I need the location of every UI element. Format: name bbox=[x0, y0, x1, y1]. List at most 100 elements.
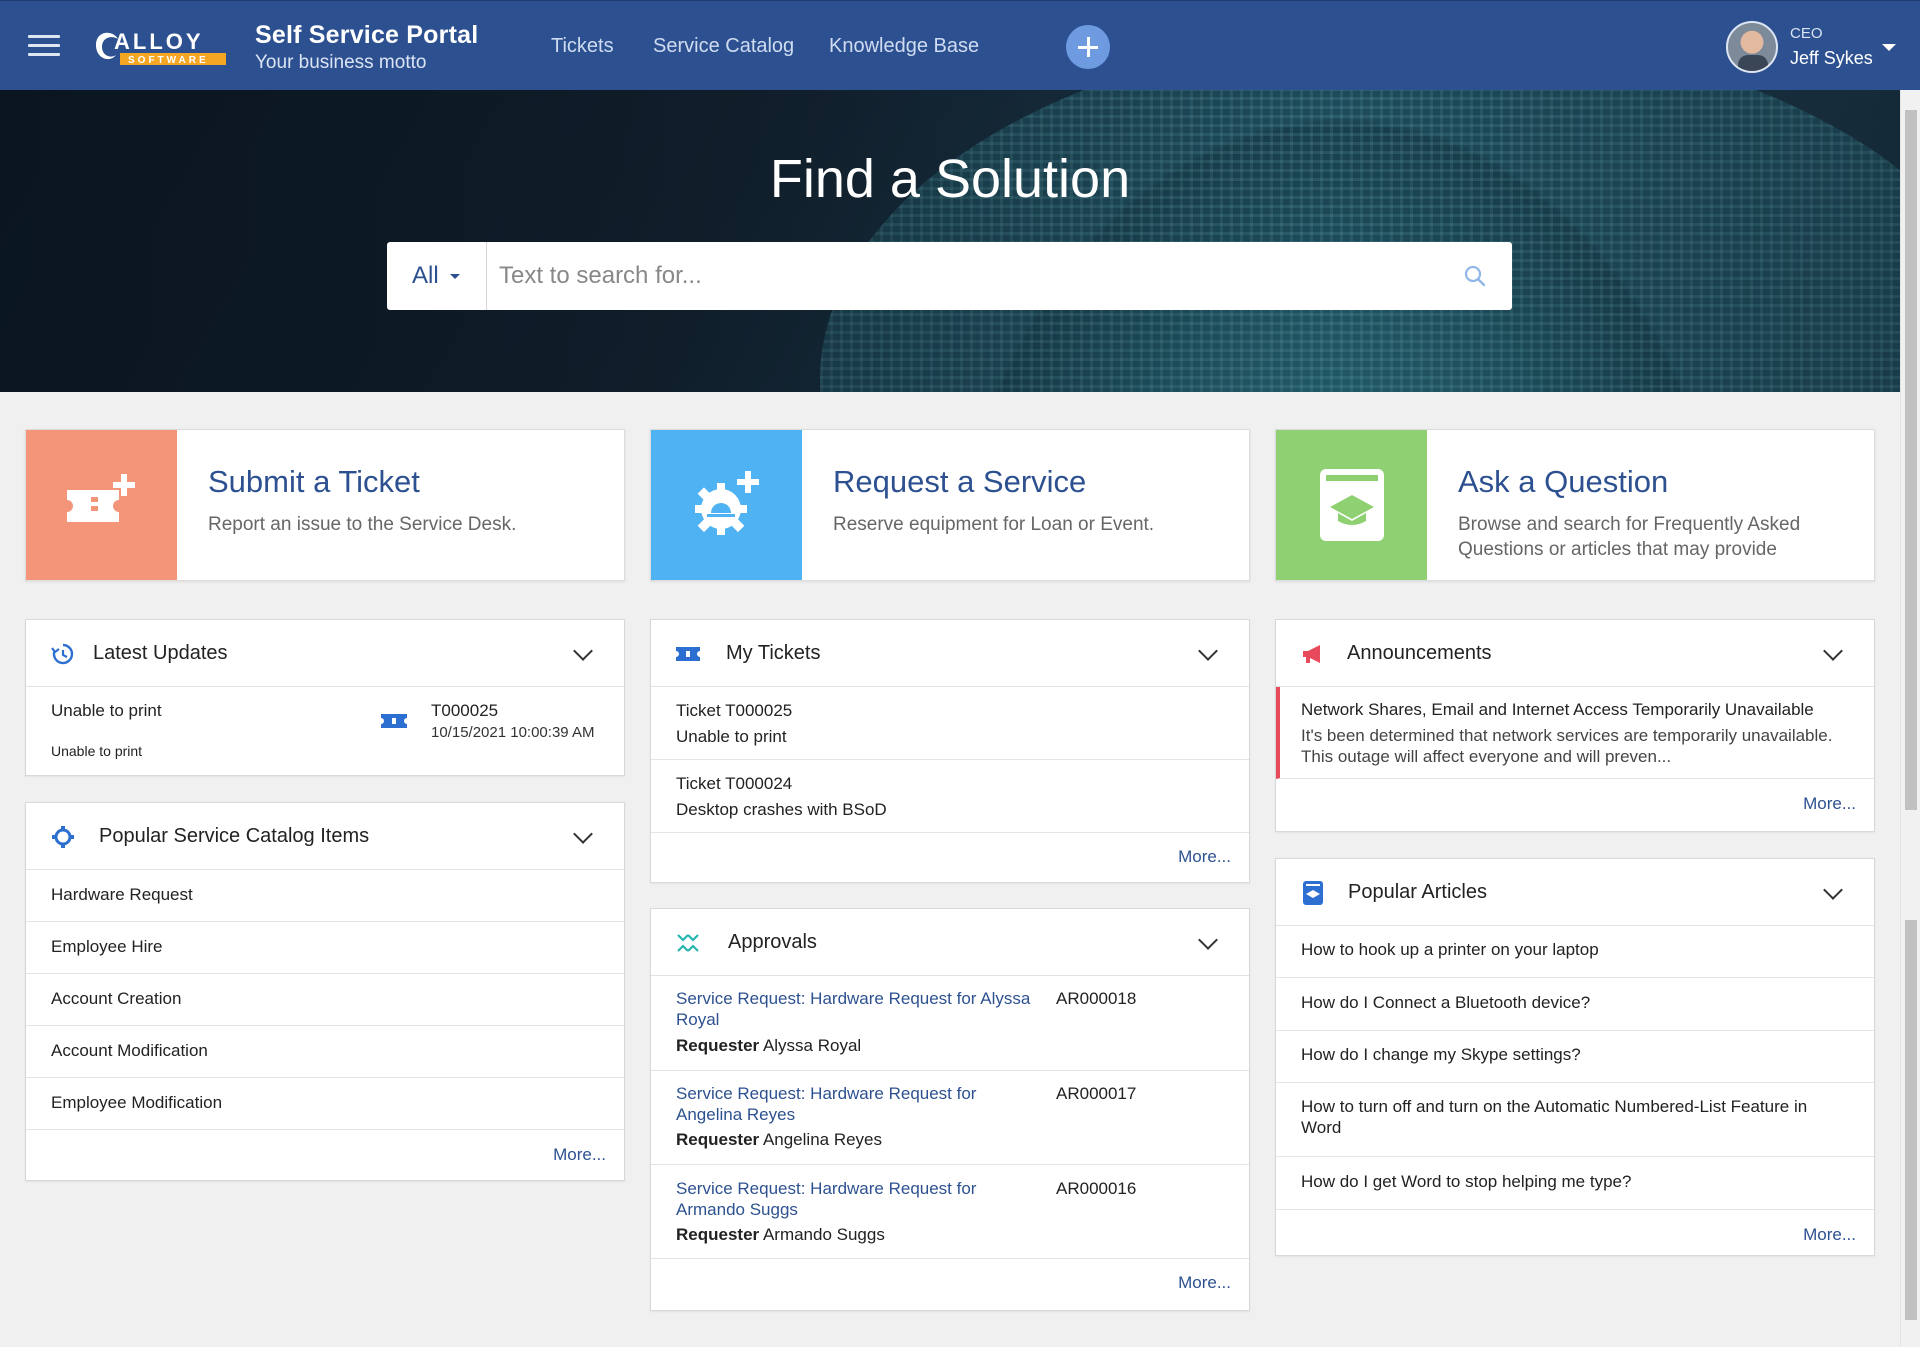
alloy-logo[interactable]: ALLOY SOFTWARE bbox=[90, 25, 230, 69]
nav-knowledge-base[interactable]: Knowledge Base bbox=[829, 35, 979, 58]
search-scope-dropdown[interactable]: All bbox=[387, 242, 487, 310]
nav-tickets[interactable]: Tickets bbox=[551, 35, 614, 58]
approval-id: AR000016 bbox=[1056, 1179, 1137, 1198]
article-item[interactable]: How do I change my Skype settings? bbox=[1276, 1031, 1874, 1083]
search-bar: All bbox=[387, 242, 1512, 310]
article-title: How to hook up a printer on your laptop bbox=[1301, 940, 1599, 959]
approval-request-link-cont[interactable]: Armando Suggs bbox=[676, 1200, 798, 1220]
catalog-more-link[interactable]: More... bbox=[26, 1130, 624, 1165]
ticket-row[interactable]: Ticket T000024 Desktop crashes with BSoD bbox=[651, 760, 1249, 833]
ticket-icon bbox=[381, 714, 407, 728]
requester-label: Requester bbox=[676, 1225, 760, 1244]
menu-icon[interactable] bbox=[28, 35, 60, 57]
book-cap-icon bbox=[1276, 430, 1427, 580]
my-tickets-panel: My Tickets Ticket T000025 Unable to prin… bbox=[650, 619, 1250, 883]
latest-updates-title: Latest Updates bbox=[93, 642, 228, 664]
svg-text:ALLOY: ALLOY bbox=[114, 29, 204, 54]
submit-ticket-title: Submit a Ticket bbox=[208, 464, 420, 499]
chevron-down-icon[interactable] bbox=[1198, 930, 1218, 950]
portal-brand: Self Service Portal Your business motto bbox=[255, 21, 478, 74]
catalog-item-label: Employee Modification bbox=[51, 1093, 223, 1112]
submit-ticket-desc: Report an issue to the Service Desk. bbox=[208, 514, 517, 535]
popular-catalog-title: Popular Service Catalog Items bbox=[99, 825, 370, 847]
chevron-down-icon[interactable] bbox=[1882, 44, 1896, 51]
history-icon bbox=[51, 643, 74, 665]
approval-request-link[interactable]: Service Request: Hardware Request for Al… bbox=[676, 989, 1030, 1009]
approval-request-link-cont[interactable]: Angelina Reyes bbox=[676, 1105, 795, 1125]
approval-request-link[interactable]: Service Request: Hardware Request for bbox=[676, 1179, 976, 1199]
announcement-body-cont: This outage will affect everyone and wil… bbox=[1301, 747, 1672, 766]
article-item[interactable]: How do I get Word to stop helping me typ… bbox=[1276, 1157, 1874, 1210]
search-icon[interactable] bbox=[1463, 264, 1487, 288]
approval-row[interactable]: Service Request: Hardware Request for An… bbox=[651, 1071, 1249, 1165]
ticket-id: Ticket T000024 bbox=[676, 774, 793, 793]
chevron-down-icon[interactable] bbox=[573, 641, 593, 661]
chevron-down-icon[interactable] bbox=[1823, 880, 1843, 900]
update-subject: Unable to print bbox=[51, 701, 162, 720]
approval-row[interactable]: Service Request: Hardware Request for Ar… bbox=[651, 1165, 1249, 1259]
catalog-item-label: Hardware Request bbox=[51, 885, 193, 904]
add-new-button[interactable] bbox=[1066, 25, 1110, 69]
catalog-item-label: Account Creation bbox=[51, 989, 182, 1008]
request-service-card[interactable]: Request a Service Reserve equipment for … bbox=[650, 429, 1250, 581]
catalog-item[interactable]: Employee Hire bbox=[26, 922, 624, 974]
catalog-item[interactable]: Account Modification bbox=[26, 1026, 624, 1078]
scrollbar-thumb-lower[interactable] bbox=[1905, 920, 1917, 1320]
portal-title: Self Service Portal bbox=[255, 21, 479, 49]
popular-articles-title: Popular Articles bbox=[1348, 881, 1487, 903]
ticket-row[interactable]: Ticket T000025 Unable to print bbox=[651, 687, 1249, 760]
articles-more-link[interactable]: More... bbox=[1276, 1210, 1874, 1245]
page-scrollbar[interactable] bbox=[1900, 90, 1920, 1347]
user-name[interactable]: Jeff Sykes bbox=[1790, 48, 1873, 69]
chevron-down-icon[interactable] bbox=[573, 824, 593, 844]
chevron-down-icon[interactable] bbox=[1198, 641, 1218, 661]
submit-ticket-card[interactable]: Submit a Ticket Report an issue to the S… bbox=[25, 429, 625, 581]
announcement-item[interactable]: Network Shares, Email and Internet Acces… bbox=[1276, 687, 1874, 779]
approval-request-link[interactable]: Service Request: Hardware Request for bbox=[676, 1084, 976, 1104]
approval-request-link-cont[interactable]: Royal bbox=[676, 1010, 719, 1030]
ticket-desc: Desktop crashes with BSoD bbox=[676, 800, 887, 819]
nav-service-catalog[interactable]: Service Catalog bbox=[653, 35, 794, 58]
catalog-item-label: Account Modification bbox=[51, 1041, 208, 1060]
approval-row[interactable]: Service Request: Hardware Request for Al… bbox=[651, 976, 1249, 1071]
search-input[interactable] bbox=[499, 252, 1429, 300]
update-item[interactable]: Unable to print Unable to print T000025 … bbox=[26, 687, 624, 775]
approval-id: AR000018 bbox=[1056, 989, 1137, 1008]
requester-name: Angelina Reyes bbox=[762, 1130, 883, 1149]
catalog-item[interactable]: Employee Modification bbox=[26, 1078, 624, 1130]
approvals-title: Approvals bbox=[728, 931, 817, 953]
ticket-plus-icon bbox=[26, 430, 177, 580]
approval-id: AR000017 bbox=[1056, 1084, 1137, 1103]
ask-question-card[interactable]: Ask a Question Browse and search for Fre… bbox=[1275, 429, 1875, 581]
article-title: How do I get Word to stop helping me typ… bbox=[1301, 1172, 1632, 1191]
announcement-headline: Network Shares, Email and Internet Acces… bbox=[1301, 700, 1814, 719]
catalog-item-label: Employee Hire bbox=[51, 937, 163, 956]
request-service-title: Request a Service bbox=[833, 464, 1087, 499]
requester-name: Armando Suggs bbox=[762, 1225, 885, 1244]
avatar[interactable] bbox=[1726, 21, 1778, 73]
catalog-item[interactable]: Account Creation bbox=[26, 974, 624, 1026]
catalog-item[interactable]: Hardware Request bbox=[26, 870, 624, 922]
request-service-desc: Reserve equipment for Loan or Event. bbox=[833, 514, 1155, 535]
chevron-down-icon[interactable] bbox=[1823, 641, 1843, 661]
tickets-more-link[interactable]: More... bbox=[651, 833, 1249, 867]
update-date: 10/15/2021 10:00:39 AM bbox=[431, 724, 595, 741]
caret-down-icon bbox=[450, 274, 460, 279]
article-title: How to turn off and turn on the Automati… bbox=[1301, 1097, 1808, 1116]
announcements-more-link[interactable]: More... bbox=[1276, 779, 1874, 814]
update-ticket-id: T000025 bbox=[431, 701, 499, 720]
top-bar: ALLOY SOFTWARE Self Service Portal Your … bbox=[0, 0, 1920, 90]
search-scope-label: All bbox=[412, 262, 439, 289]
ticket-id: Ticket T000025 bbox=[676, 701, 793, 720]
hero-title: Find a Solution bbox=[769, 149, 1131, 209]
article-item[interactable]: How do I Connect a Bluetooth device? bbox=[1276, 978, 1874, 1031]
megaphone-icon bbox=[1303, 645, 1320, 663]
article-item[interactable]: How to hook up a printer on your laptop bbox=[1276, 926, 1874, 978]
article-title: How do I Connect a Bluetooth device? bbox=[1301, 993, 1591, 1012]
announcements-panel: Announcements Network Shares, Email and … bbox=[1275, 619, 1875, 832]
approvals-more-link[interactable]: More... bbox=[651, 1259, 1249, 1293]
scrollbar-thumb[interactable] bbox=[1905, 110, 1917, 810]
article-item[interactable]: How to turn off and turn on the Automati… bbox=[1276, 1083, 1874, 1157]
portal-motto: Your business motto bbox=[255, 52, 427, 73]
my-tickets-title: My Tickets bbox=[726, 642, 821, 664]
